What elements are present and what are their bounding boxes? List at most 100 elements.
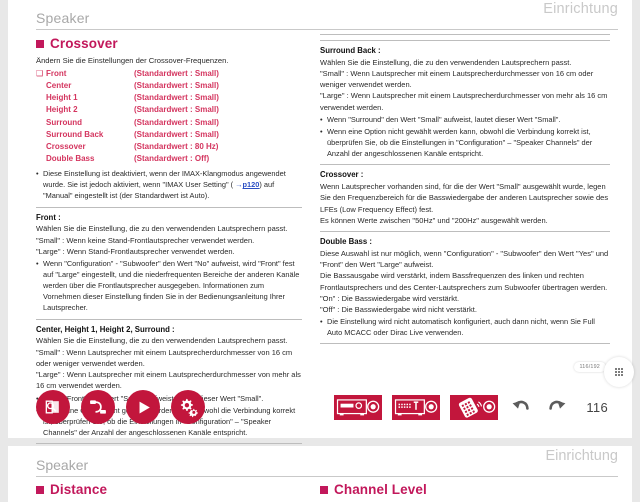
crossover-parameter-name: Center [46,81,72,91]
crossover-heading-text: Crossover [50,36,118,51]
crossover-parameter-name: Height 1 [46,93,78,103]
page-header-rule [36,29,618,30]
block-paragraph: "Small" : Wenn Lautsprecher mit einem La… [36,347,293,368]
bottom-toolbar: 116 [16,384,624,430]
crossover-parameter-name: Surround Back [46,129,104,139]
row-indent-spacer [36,117,46,129]
footnote-bullet-icon: • [36,169,39,179]
note-text: Wenn eine Option nicht gewählt werden ka… [327,127,593,159]
block-paragraph: "Large" : Wenn Stand-Frontlautsprecher v… [36,246,235,256]
block-separator [320,343,610,345]
block-note: • Wenn "Surround" den Wert "Small" aufwei… [320,114,610,125]
note-text: Wenn "Surround" den Wert "Small" aufweis… [327,114,561,124]
channel-level-section-heading: Channel Level [320,482,624,497]
crossover-parameter-name: Height 2 [46,105,78,115]
block-paragraph: "Small" : Wenn Lautsprecher mit einem La… [320,68,594,90]
block-paragraph: Wählen Sie die Einstellung, die zu den v… [36,336,288,346]
crossover-parameter-default: (Standardwert : 80 Hz) [134,141,219,151]
crossover-footnote: • Diese Einstellung ist deaktiviert, wen… [36,168,302,201]
next-page-right-column: Channel Level [312,480,624,501]
page-columns: Crossover Ändern Sie die Einstellungen d… [8,31,632,444]
checkbox-icon: ❑ [36,69,44,78]
square-bullet-icon [36,39,44,48]
block-title: Crossover : [320,170,364,180]
note-text: Die Einstellung wird nicht automatisch k… [327,317,595,338]
toolbar-right-group: 116 [334,394,624,420]
next-page-section-label: Einrichtung [545,448,618,464]
row-indent-spacer [36,104,46,116]
row-indent-spacer [36,129,46,141]
next-page-header-rule [36,476,618,477]
row-indent-spacer [36,80,46,92]
crossover-parameter-name: Double Bass [46,154,95,164]
note-bullet-icon: • [320,127,323,137]
crossover-parameter-default: (Standardwert : Small) [134,81,219,91]
right-column-blocks: Surround Back : Wählen Sie die Einstellun… [320,40,610,345]
crossover-parameter-default: (Standardwert : Small) [134,69,219,78]
crossover-parameter-default: (Standardwert : Small) [134,117,219,127]
crossover-parameter-default: (Standardwert : Small) [134,129,219,139]
crossover-parameter-name: Surround [46,117,82,127]
block-paragraph: Diese Auswahl ist nur möglich, wenn "Con… [320,248,609,269]
distance-section-heading: Distance [36,482,312,497]
block-paragraph: Wählen Sie die Einstellung, die zu den v… [36,224,288,234]
grid-view-button[interactable] [604,357,634,387]
crossover-parameter-row[interactable]: Crossover (Standardwert : 80 Hz) [36,141,302,153]
crossover-parameter-default: (Standardwert : Small) [134,93,219,103]
next-page-title: Speaker [36,457,89,473]
settings-gears-icon[interactable] [171,390,205,424]
remote-control-icon[interactable] [450,394,499,420]
grid-icon [615,368,623,376]
note-bullet-icon: • [36,259,39,269]
receiver-rear-panel-icon[interactable] [392,394,441,420]
crossover-parameter-row[interactable]: Height 1 (Standardwert : Small) [36,92,302,104]
current-page-number: 116 [586,399,608,415]
block-title: Double Bass : [320,237,372,247]
crossover-parameter-row[interactable]: Double Bass (Standardwert : Off) [36,153,302,165]
square-bullet-icon [320,485,328,494]
undo-arrow-icon[interactable] [508,394,534,420]
search-book-icon[interactable] [36,390,70,424]
page-title: Speaker [36,10,90,26]
block-separator [320,164,610,166]
row-indent-spacer [36,153,46,165]
block-separator [36,206,302,208]
channel-level-heading-text: Channel Level [334,482,427,497]
block-note: • Die Einstellung wird nicht automatisch … [320,316,610,338]
page-current: Einrichtung Speaker Crossover Ändern Sie… [8,0,634,444]
block-paragraph: "Small" : Wenn keine Stand-Frontlautspre… [36,235,255,245]
next-page-header: Einrichtung Speaker [8,446,632,477]
play-icon[interactable] [126,390,160,424]
row-indent-spacer [36,141,46,153]
link-arrow-icon: → [235,180,243,190]
connections-icon[interactable] [81,390,115,424]
crossover-parameter-row[interactable]: ❑ Front (Standardwert : Small) [36,68,302,80]
square-bullet-icon [36,485,44,494]
next-page-body: Distance Channel Level [8,480,632,501]
crossover-parameter-row[interactable]: Surround (Standardwert : Small) [36,117,302,129]
block-title: Surround Back : [320,46,381,55]
note-bullet-icon: • [320,317,323,327]
footnote-body: Diese Einstellung ist deaktiviert, wenn … [43,168,302,201]
block-separator [36,318,302,320]
receiver-front-panel-icon[interactable] [334,394,383,420]
crossover-parameter-name: Crossover [46,141,86,151]
crossover-parameter-name: Front [46,69,67,78]
page-next-preview[interactable]: Einrichtung Speaker Distance Channel Lev… [8,446,632,502]
block-separator [36,442,302,444]
pdf-viewer: Einrichtung Speaker Crossover Ändern Sie… [0,0,640,502]
block-paragraph: Die Bassausgabe wird verstärkt, indem Ba… [320,271,608,292]
crossover-parameter-row[interactable]: Surround Back (Standardwert : Small) [36,129,302,141]
toolbar-left-group [16,390,205,424]
block-title: Front : [36,212,61,222]
crossover-lead-text: Ändern Sie die Einstellungen der Crossov… [36,56,229,65]
crossover-parameter-row[interactable]: Height 2 (Standardwert : Small) [36,104,302,116]
crossover-parameter-row[interactable]: Center (Standardwert : Small) [36,80,302,92]
page-header-section-label: Einrichtung [543,1,618,17]
block-paragraph: "Large" : Wenn Lautsprecher mit einem La… [320,91,608,112]
page-reference-link[interactable]: p120 [243,180,260,189]
block-note: • Wenn eine Option nicht gewählt werden k… [320,126,610,159]
redo-arrow-icon[interactable] [544,394,570,420]
block-paragraph: Wählen Sie die Einstellung, die zu den v… [320,57,572,67]
block-separator [320,231,610,233]
